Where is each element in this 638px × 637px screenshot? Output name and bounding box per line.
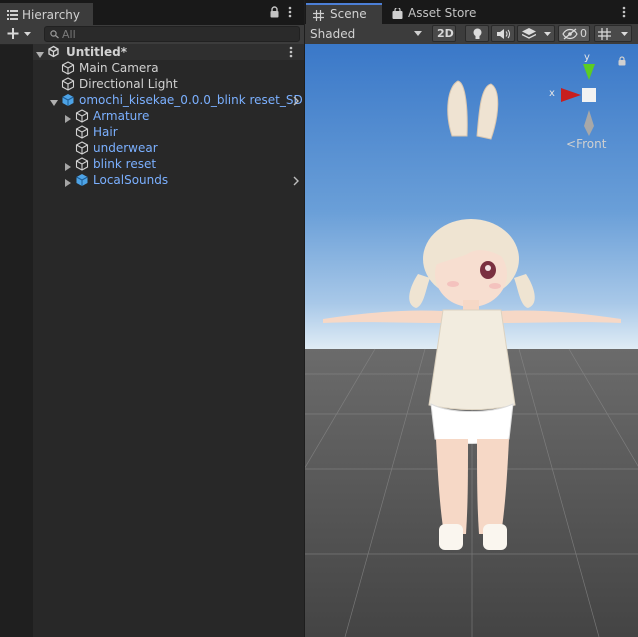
lock-icon[interactable] (618, 56, 626, 66)
hierarchy-row-main-camera[interactable]: Main Camera (33, 60, 304, 76)
row-label: omochi_kisekae_0.0.0_blink reset_SD (79, 93, 303, 107)
toggle-2d-label: 2D (437, 27, 454, 40)
draw-mode-label: Shaded (310, 27, 356, 41)
row-label: LocalSounds (93, 173, 169, 187)
gizmos-dropdown-button[interactable] (594, 25, 632, 42)
tab-scene[interactable]: Scene (306, 3, 382, 24)
row-label: Main Camera (79, 61, 159, 75)
row-label: Hair (93, 125, 118, 139)
lock-icon[interactable] (270, 6, 279, 18)
draw-mode-dropdown[interactable]: Shaded (306, 24, 428, 43)
row-label: underwear (93, 141, 158, 155)
grid-snap-icon (598, 28, 613, 40)
hidden-count: 0 (580, 27, 587, 40)
chevron-right-icon[interactable] (293, 95, 299, 109)
kebab-menu-icon[interactable] (288, 6, 292, 18)
add-dropdown-button[interactable] (6, 26, 34, 42)
tab-hierarchy[interactable]: Hierarchy (0, 3, 93, 25)
effects-dropdown-button[interactable] (517, 25, 555, 42)
row-label: Directional Light (79, 77, 178, 91)
list-icon (7, 10, 18, 20)
hierarchy-search-field[interactable] (44, 26, 300, 42)
toggle-2d-button[interactable]: 2D (432, 25, 456, 42)
search-input[interactable] (62, 27, 292, 41)
scene-render (305, 44, 638, 637)
speaker-icon (497, 29, 510, 39)
dropdown-arrow-icon (621, 32, 628, 37)
row-label: blink reset (93, 157, 157, 171)
tab-asset-store-label: Asset Store (408, 6, 477, 20)
hierarchy-row-omochi-prefab[interactable]: omochi_kisekae_0.0.0_blink reset_SD (33, 92, 304, 108)
tab-scene-label: Scene (330, 7, 367, 21)
kebab-menu-icon[interactable] (622, 6, 626, 18)
dropdown-arrow-icon (414, 31, 422, 37)
hierarchy-row-localsounds[interactable]: LocalSounds (33, 172, 304, 188)
lightbulb-icon (472, 28, 483, 40)
shopping-bag-icon (392, 8, 403, 19)
scene-menu-icon[interactable] (289, 46, 293, 58)
gizmo-view-label[interactable]: <Front (566, 137, 606, 151)
hierarchy-row-directional-light[interactable]: Directional Light (33, 76, 304, 92)
prefab-icon (75, 173, 89, 190)
gizmo-view-text: Front (576, 137, 607, 151)
scene-name: Untitled* (66, 45, 127, 59)
gizmo-x-label: x (549, 88, 555, 99)
tab-asset-store[interactable]: Asset Store (384, 3, 480, 24)
tab-hierarchy-label: Hierarchy (22, 8, 81, 22)
scene-viewport[interactable] (305, 44, 638, 637)
hierarchy-row-hair[interactable]: Hair (33, 124, 304, 140)
chevron-left-icon: < (566, 137, 577, 151)
hierarchy-row-armature[interactable]: Armature (33, 108, 304, 124)
hierarchy-row-underwear[interactable]: underwear (33, 140, 304, 156)
gizmo-y-label: y (584, 52, 590, 63)
chevron-right-icon[interactable] (293, 175, 299, 189)
lighting-toggle-button[interactable] (465, 25, 489, 42)
hierarchy-gutter (0, 45, 33, 637)
audio-toggle-button[interactable] (491, 25, 515, 42)
eye-off-icon (562, 28, 578, 40)
search-icon (50, 30, 60, 39)
hierarchy-row-scene[interactable]: Untitled* (33, 44, 304, 60)
hidden-objects-toggle[interactable]: 0 (558, 25, 590, 42)
grid-hash-icon (313, 10, 324, 21)
fold-collapsed-icon[interactable] (64, 176, 72, 190)
layers-icon (522, 28, 536, 40)
hierarchy-row-blink-reset[interactable]: blink reset (33, 156, 304, 172)
dropdown-arrow-icon (544, 32, 551, 37)
row-label: Armature (93, 109, 150, 123)
unity-scene-icon (47, 45, 60, 61)
